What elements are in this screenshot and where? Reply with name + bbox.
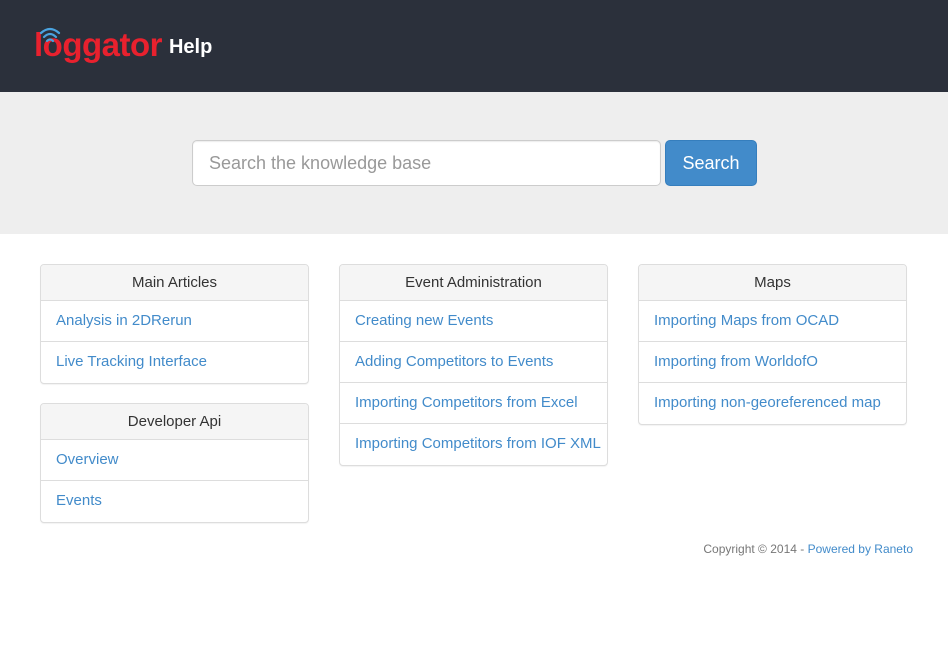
- article-link[interactable]: Events: [41, 481, 308, 522]
- panel-heading: Maps: [639, 265, 906, 301]
- article-link[interactable]: Importing Maps from OCAD: [639, 301, 906, 342]
- footer: Copyright © 2014 - Powered by Raneto: [703, 542, 913, 556]
- search-section: Search: [0, 92, 948, 234]
- search-input[interactable]: [192, 140, 661, 186]
- wifi-signal-icon: [39, 27, 61, 43]
- article-link[interactable]: Overview: [41, 440, 308, 481]
- copyright-text: Copyright © 2014 -: [703, 542, 808, 556]
- panel-heading: Event Administration: [340, 265, 607, 301]
- article-link[interactable]: Adding Competitors to Events: [340, 342, 607, 383]
- article-link[interactable]: Importing Competitors from IOF XML: [340, 424, 607, 465]
- panel-developer-api: Developer Api Overview Events: [40, 403, 309, 523]
- article-link[interactable]: Live Tracking Interface: [41, 342, 308, 383]
- loggator-logo: loggator: [34, 26, 162, 64]
- panel-maps: Maps Importing Maps from OCAD Importing …: [638, 264, 907, 425]
- panel-event-administration: Event Administration Creating new Events…: [339, 264, 608, 466]
- article-link[interactable]: Importing Competitors from Excel: [340, 383, 607, 424]
- panel-main-articles: Main Articles Analysis in 2DRerun Live T…: [40, 264, 309, 384]
- help-label: Help: [168, 36, 213, 58]
- article-link[interactable]: Creating new Events: [340, 301, 607, 342]
- panel-heading: Main Articles: [41, 265, 308, 301]
- brand-link[interactable]: loggator Help: [34, 26, 212, 64]
- powered-by-link[interactable]: Powered by Raneto: [808, 542, 913, 556]
- search-button[interactable]: Search: [665, 140, 757, 186]
- article-link[interactable]: Importing from WorldofO: [639, 342, 906, 383]
- top-navbar: loggator Help: [0, 0, 948, 92]
- article-link[interactable]: Importing non-georeferenced map: [639, 383, 906, 424]
- panel-heading: Developer Api: [41, 404, 308, 440]
- article-link[interactable]: Analysis in 2DRerun: [41, 301, 308, 342]
